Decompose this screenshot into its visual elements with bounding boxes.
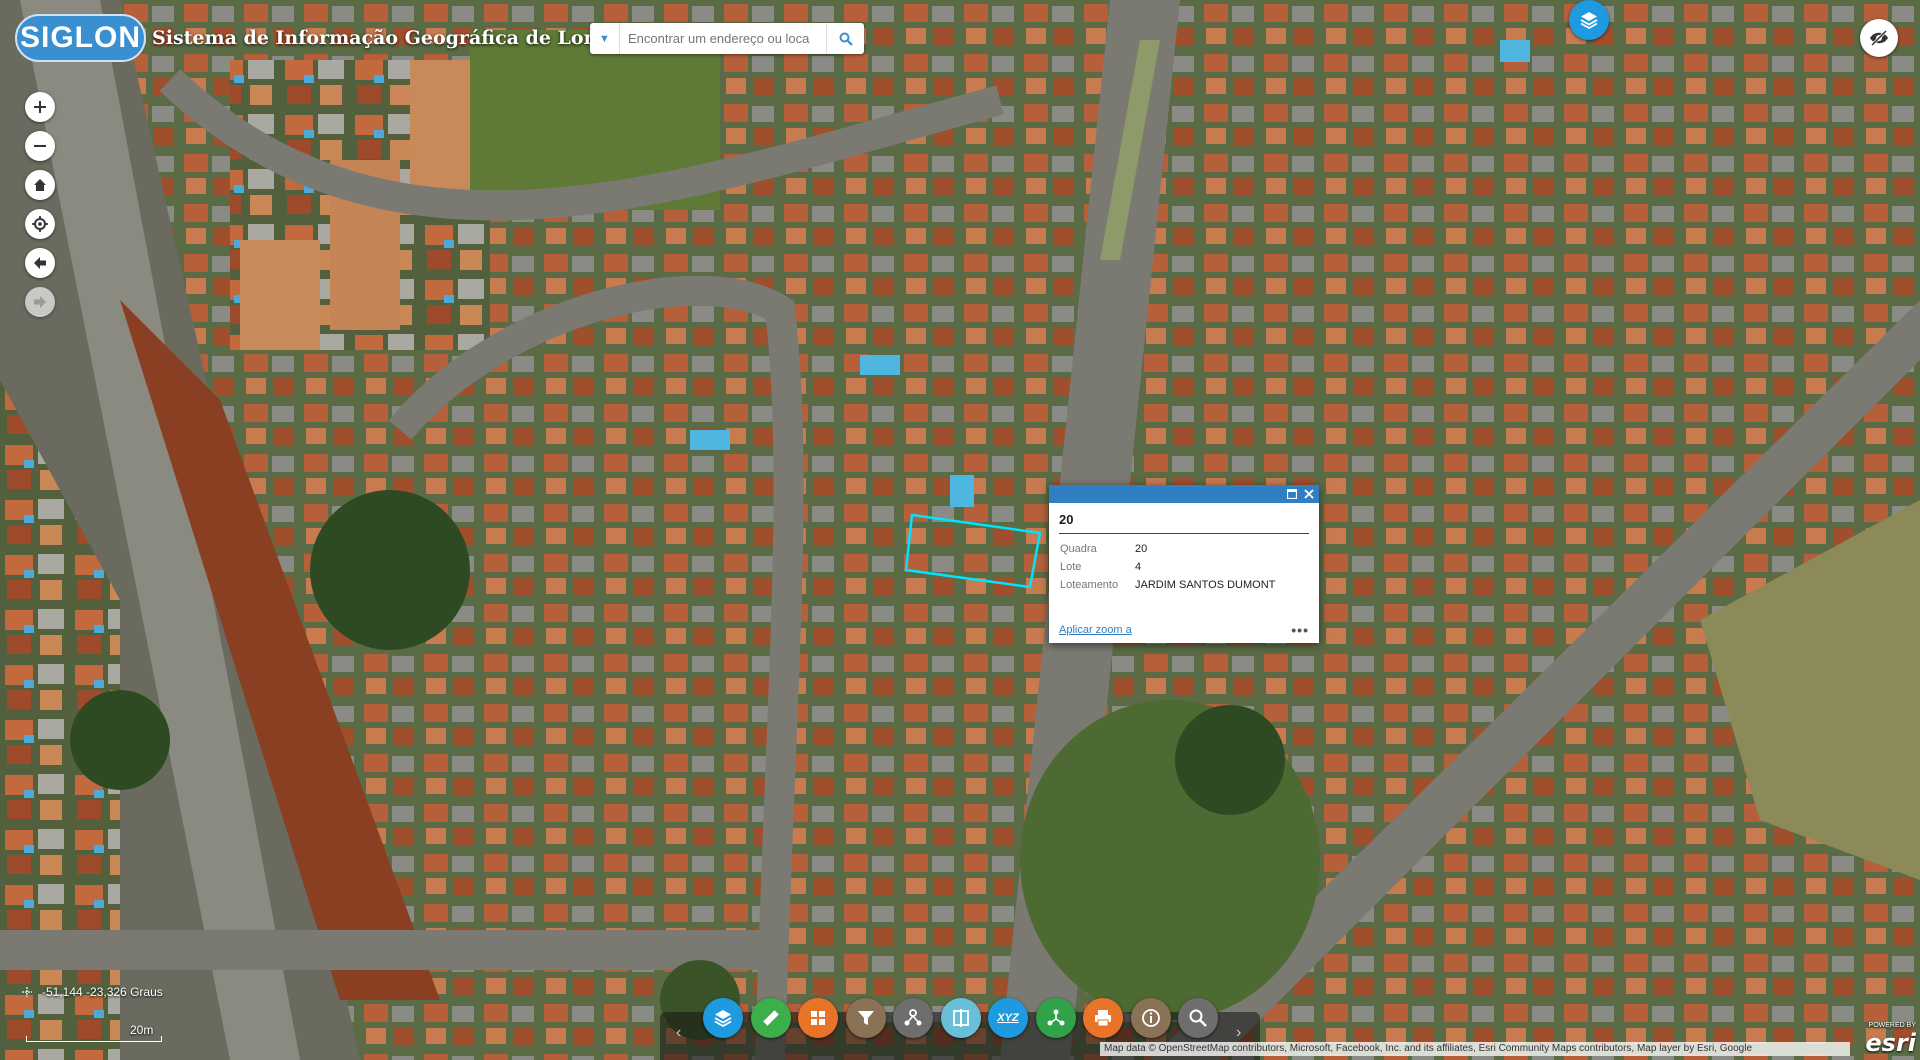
- coordinates-tool[interactable]: XYZ: [988, 998, 1028, 1038]
- filter-tool[interactable]: [845, 998, 886, 1038]
- toolbar-prev-button[interactable]: ‹: [676, 1024, 681, 1042]
- attribute-label: Lote: [1060, 561, 1082, 573]
- query-tool[interactable]: [1178, 998, 1218, 1038]
- arrow-right-icon: [34, 296, 46, 308]
- search-button[interactable]: [826, 23, 864, 54]
- swipe-icon: [952, 1009, 969, 1027]
- attribute-label: Loteamento: [1060, 579, 1119, 591]
- attribute-value: 4: [1135, 561, 1142, 573]
- map-attribution: Map data © OpenStreetMap contributors, M…: [1100, 1042, 1850, 1056]
- layers-icon: [714, 1010, 732, 1028]
- xyz-icon: XYZ: [997, 1012, 1019, 1024]
- toolbar-next-button[interactable]: ›: [1236, 1024, 1241, 1042]
- layers-toggle-button[interactable]: [1569, 0, 1609, 40]
- attribute-value: 20: [1135, 543, 1148, 555]
- next-extent-button[interactable]: [25, 287, 55, 317]
- maximize-icon: [1287, 489, 1297, 499]
- attribute-row: Quadra 20: [1057, 540, 1279, 558]
- maximize-button[interactable]: [1285, 487, 1299, 501]
- network-tool[interactable]: [893, 998, 933, 1038]
- print-tool[interactable]: [1083, 998, 1123, 1038]
- attribute-value: JARDIM SANTOS DUMONT: [1135, 579, 1276, 591]
- funnel-icon: [857, 1011, 874, 1025]
- network-icon: [904, 1009, 922, 1026]
- minus-icon: [34, 145, 46, 147]
- crosshair-icon[interactable]: [22, 987, 32, 997]
- visibility-toggle-button[interactable]: [1860, 19, 1898, 57]
- print-icon: [1095, 1010, 1111, 1027]
- app-title: Sistema de Informação Geográfica de Lond…: [152, 27, 655, 49]
- swipe-tool[interactable]: [940, 998, 981, 1038]
- home-icon: [34, 179, 46, 191]
- share-tool[interactable]: [1035, 998, 1076, 1038]
- siglon-logo: SIGLON: [15, 14, 146, 62]
- attribute-label: Quadra: [1060, 543, 1097, 555]
- share-icon: [1047, 1009, 1064, 1026]
- scale-label: 20m: [130, 1023, 154, 1037]
- home-button[interactable]: [25, 170, 55, 200]
- map-view[interactable]: [0, 0, 1920, 1060]
- grid-icon: [811, 1011, 825, 1025]
- search-widget: ▼: [590, 23, 864, 54]
- popup-attributes: Quadra 20 Lote 4 Loteamento JARDIM SANTO…: [1057, 540, 1279, 594]
- more-options-button[interactable]: •••: [1291, 622, 1309, 638]
- eye-slash-icon: [1870, 30, 1888, 46]
- coordinate-text: -51,144 -23,326 Graus: [42, 985, 163, 999]
- ruler-icon: [762, 1010, 779, 1026]
- attribute-row: Loteamento JARDIM SANTOS DUMONT: [1057, 576, 1279, 594]
- previous-extent-button[interactable]: [25, 248, 55, 278]
- popup-header: [1049, 485, 1319, 503]
- coordinate-display: -51,144 -23,326 Graus: [22, 985, 163, 999]
- popup-title: 20: [1059, 512, 1309, 534]
- esri-name: esri: [1865, 1029, 1916, 1057]
- attribute-row: Lote 4: [1057, 558, 1279, 576]
- esri-logo: POWERED BY esri: [1865, 1022, 1916, 1057]
- close-icon: [1304, 489, 1314, 499]
- layers-icon: [1580, 12, 1598, 30]
- basemap-tool[interactable]: [798, 998, 838, 1038]
- caret-down-icon[interactable]: ▼: [590, 23, 620, 54]
- esri-powered: POWERED BY: [1868, 1022, 1916, 1029]
- zoom-out-button[interactable]: [25, 131, 55, 161]
- zoom-in-button[interactable]: [25, 92, 55, 122]
- close-button[interactable]: [1302, 487, 1316, 501]
- about-tool[interactable]: [1130, 998, 1171, 1038]
- measure-tool[interactable]: [750, 998, 791, 1038]
- crosshair-icon: [32, 216, 48, 232]
- locate-button[interactable]: [25, 209, 55, 239]
- zoom-to-link[interactable]: Aplicar zoom a: [1059, 624, 1132, 636]
- arrow-left-icon: [34, 257, 46, 269]
- search-input[interactable]: [626, 24, 826, 53]
- feature-popup: 20 Quadra 20 Lote 4 Loteamento JARDIM SA…: [1049, 485, 1319, 643]
- popup-footer: Aplicar zoom a •••: [1059, 621, 1309, 639]
- zoom-search-icon: [1189, 1009, 1207, 1027]
- scale-bar: [26, 1036, 162, 1042]
- info-icon: [1141, 1009, 1160, 1027]
- search-icon: [839, 32, 853, 46]
- layers-tool[interactable]: [703, 998, 743, 1038]
- plus-icon: [34, 101, 46, 113]
